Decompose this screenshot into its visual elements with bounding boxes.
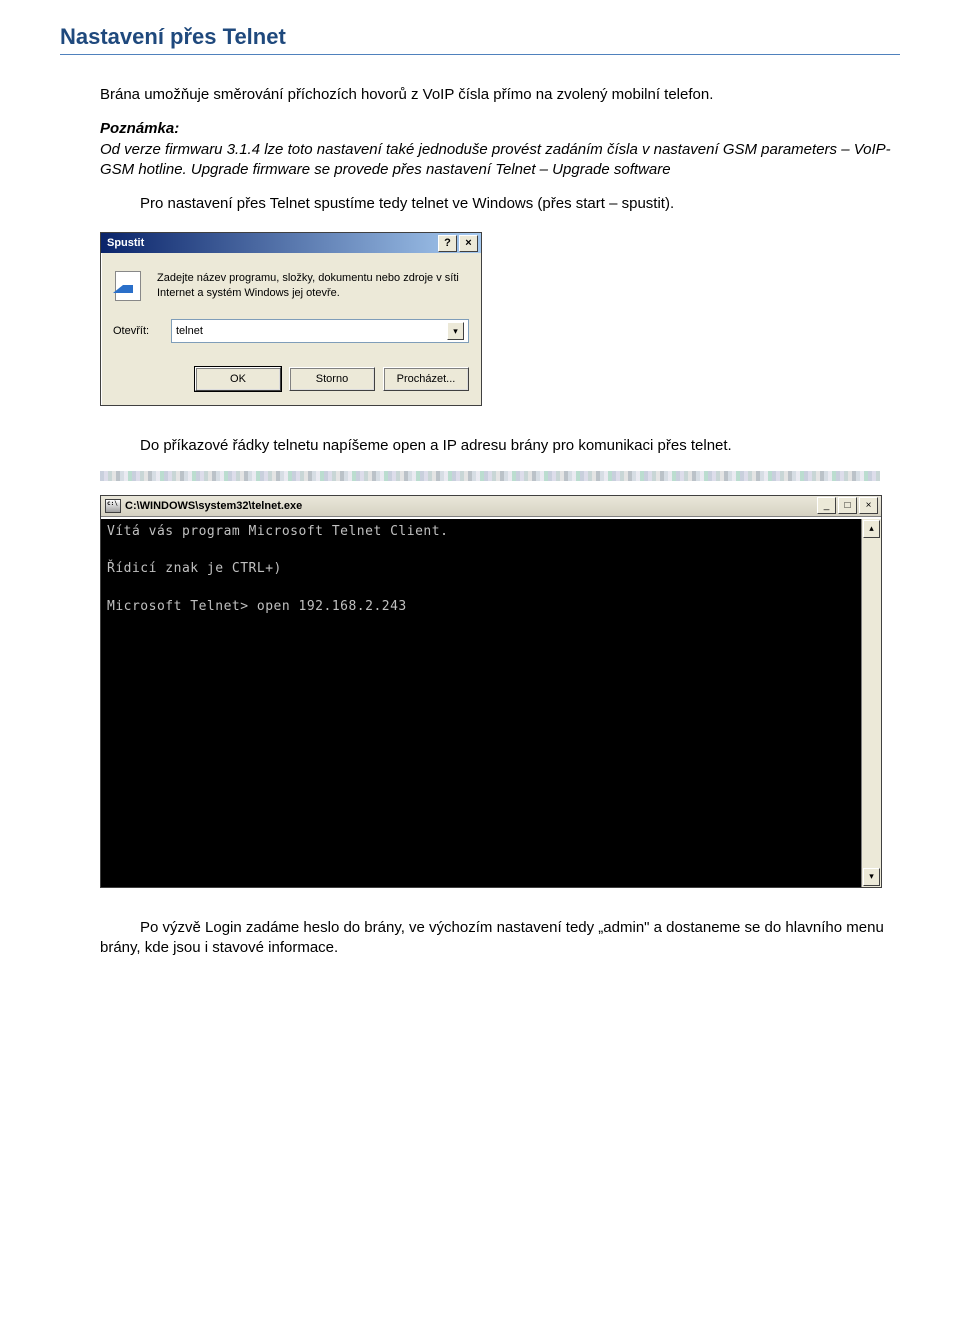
login-paragraph: Po výzvě Login zadáme heslo do brány, ve…	[60, 918, 900, 959]
console-line: Microsoft Telnet> open 192.168.2.243	[107, 599, 407, 614]
start-text: Pro nastavení přes Telnet spustíme tedy …	[140, 195, 674, 212]
artifact-strip	[100, 471, 880, 481]
intro-paragraph: Brána umožňuje směrování příchozích hovo…	[60, 85, 900, 105]
cmd-text: Do příkazové řádky telnetu napíšeme open…	[140, 437, 732, 454]
dropdown-icon[interactable]: ▾	[447, 322, 464, 340]
open-combobox[interactable]: telnet ▾	[171, 319, 469, 343]
open-input-value: telnet	[176, 325, 203, 337]
run-dialog-titlebar[interactable]: Spustit ? ×	[101, 233, 481, 253]
ok-button[interactable]: OK	[195, 367, 281, 391]
cmd-paragraph: Do příkazové řádky telnetu napíšeme open…	[60, 436, 900, 456]
scroll-down-icon[interactable]: ▾	[863, 868, 880, 886]
cancel-button[interactable]: Storno	[289, 367, 375, 391]
help-button[interactable]: ?	[438, 235, 457, 252]
scroll-up-icon[interactable]: ▴	[863, 520, 880, 538]
console-icon	[105, 499, 121, 513]
browse-button[interactable]: Procházet...	[383, 367, 469, 391]
note-label: Poznámka:	[100, 120, 179, 137]
note-body: Od verze firmwaru 3.1.4 lze toto nastave…	[100, 141, 891, 178]
maximize-button[interactable]: □	[838, 497, 857, 514]
page-heading: Nastavení přes Telnet	[60, 24, 900, 55]
console-titlebar[interactable]: C:\WINDOWS\system32\telnet.exe _ □ ×	[101, 496, 881, 517]
console-line: Vítá vás program Microsoft Telnet Client…	[107, 524, 448, 539]
start-paragraph: Pro nastavení přes Telnet spustíme tedy …	[60, 194, 900, 214]
intro-text: Brána umožňuje směrování příchozích hovo…	[60, 85, 900, 105]
console-line: Řídicí znak je CTRL+)	[107, 561, 282, 576]
login-text: Po výzvě Login zadáme heslo do brány, ve…	[100, 919, 884, 956]
close-button[interactable]: ×	[459, 235, 478, 252]
run-icon	[113, 271, 145, 303]
console-title: C:\WINDOWS\system32\telnet.exe	[125, 500, 302, 512]
note-block: Poznámka: Od verze firmwaru 3.1.4 lze to…	[60, 119, 900, 180]
console-output[interactable]: Vítá vás program Microsoft Telnet Client…	[101, 519, 861, 887]
run-description: Zadejte název programu, složky, dokument…	[157, 271, 469, 301]
close-button[interactable]: ×	[859, 497, 878, 514]
run-dialog: Spustit ? × Zadejte název programu, slož…	[100, 232, 482, 406]
console-scrollbar[interactable]: ▴ ▾	[861, 519, 881, 887]
telnet-console-window: C:\WINDOWS\system32\telnet.exe _ □ × Vít…	[100, 495, 882, 888]
open-label: Otevřít:	[113, 325, 161, 337]
minimize-button[interactable]: _	[817, 497, 836, 514]
run-dialog-title: Spustit	[107, 237, 144, 249]
